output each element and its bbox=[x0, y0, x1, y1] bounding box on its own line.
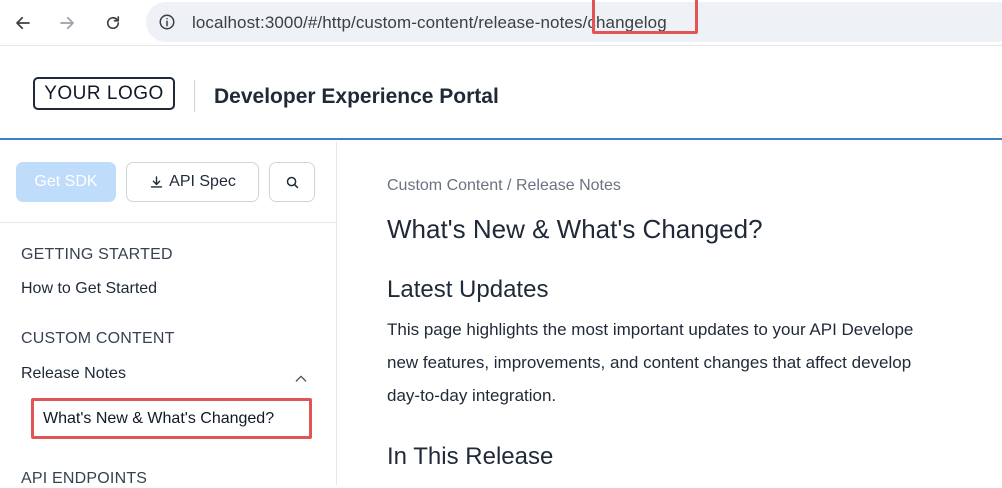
main-content: Custom Content / Release Notes What's Ne… bbox=[338, 142, 1002, 485]
section-heading-getting-started: GETTING STARTED bbox=[21, 246, 173, 263]
sidebar-item-whats-new[interactable]: What's New & What's Changed? bbox=[31, 398, 312, 439]
paragraph-line: This page highlights the most important … bbox=[387, 320, 914, 339]
page-title: What's New & What's Changed? bbox=[387, 214, 763, 244]
api-spec-button[interactable]: API Spec bbox=[126, 162, 259, 202]
sidebar-item-release-notes[interactable]: Release Notes bbox=[21, 365, 126, 383]
section-heading-custom-content: CUSTOM CONTENT bbox=[21, 330, 175, 347]
section-heading-in-this-release: In This Release bbox=[387, 443, 554, 470]
portal-title: Developer Experience Portal bbox=[214, 85, 499, 108]
sidebar: Get SDK API Spec GETTING STARTED How to … bbox=[0, 142, 337, 487]
paragraph-line: day-to-day integration. bbox=[387, 386, 557, 405]
browser-toolbar: localhost:3000/#/http/custom-content/rel… bbox=[0, 0, 1002, 46]
breadcrumb[interactable]: Custom Content / Release Notes bbox=[387, 177, 621, 195]
portal-header: YOUR LOGO Developer Experience Portal bbox=[0, 50, 1002, 140]
search-button[interactable] bbox=[269, 162, 315, 202]
arrow-right-icon bbox=[60, 16, 74, 30]
back-button[interactable] bbox=[10, 10, 36, 36]
info-icon[interactable] bbox=[158, 13, 176, 31]
address-bar[interactable]: localhost:3000/#/http/custom-content/rel… bbox=[146, 0, 1002, 42]
sidebar-item-how-to-get-started[interactable]: How to Get Started bbox=[21, 280, 157, 298]
reload-button[interactable] bbox=[100, 10, 126, 36]
get-sdk-button[interactable]: Get SDK bbox=[16, 162, 116, 202]
forward-button[interactable] bbox=[54, 10, 80, 36]
arrow-left-icon bbox=[16, 16, 30, 30]
section-heading-api-endpoints: API ENDPOINTS bbox=[21, 470, 148, 487]
download-icon bbox=[150, 175, 163, 188]
url-highlight-box bbox=[592, 0, 698, 34]
paragraph-line: new features, improvements, and content … bbox=[387, 353, 912, 372]
sidebar-divider bbox=[0, 222, 336, 223]
search-icon bbox=[286, 176, 298, 188]
api-spec-label: API Spec bbox=[169, 173, 236, 190]
section-heading-latest-updates: Latest Updates bbox=[387, 276, 549, 303]
logo[interactable]: YOUR LOGO bbox=[33, 77, 175, 110]
chevron-up-icon[interactable] bbox=[293, 371, 309, 387]
header-divider bbox=[194, 80, 195, 112]
reload-icon bbox=[106, 16, 120, 30]
